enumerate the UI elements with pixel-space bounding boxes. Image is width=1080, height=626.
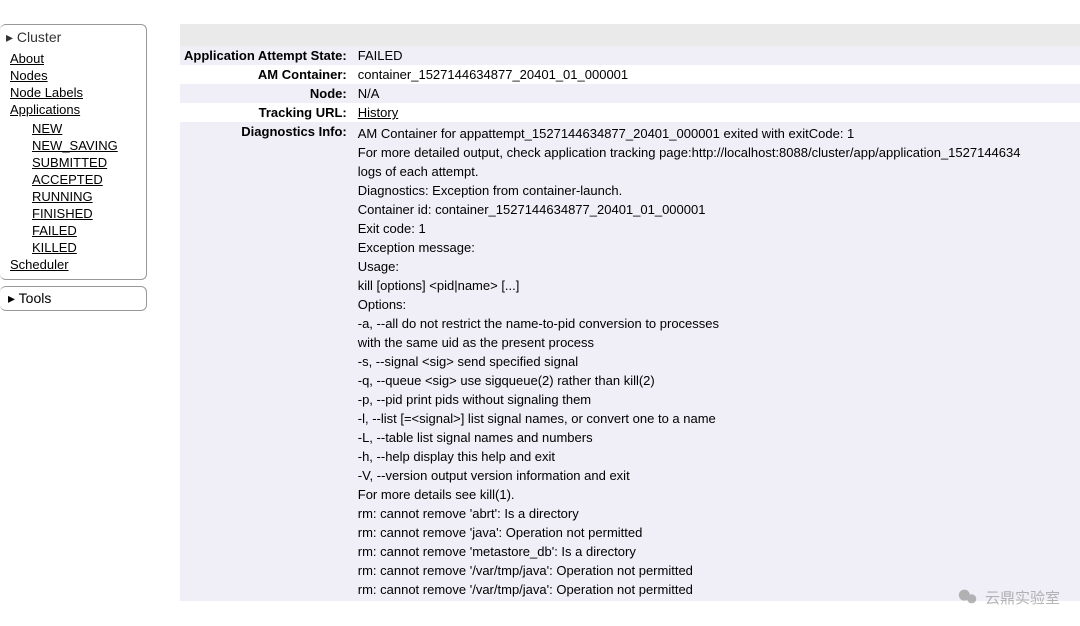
diagnostics-line: -l, --list [=<signal>] list signal names…	[358, 409, 1074, 428]
diagnostics-line: -a, --all do not restrict the name-to-pi…	[358, 314, 1074, 333]
sidebar-link-new[interactable]: NEW	[32, 121, 62, 136]
diagnostics-line: rm: cannot remove 'abrt': Is a directory	[358, 504, 1074, 523]
sidebar-link-failed[interactable]: FAILED	[32, 223, 77, 238]
diagnostics-line: Diagnostics: Exception from container-la…	[358, 181, 1074, 200]
diagnostics-line: Container id: container_1527144634877_20…	[358, 200, 1074, 219]
sidebar-tools-heading[interactable]: ▸ Tools	[0, 286, 147, 311]
sidebar-link-running[interactable]: RUNNING	[32, 189, 93, 204]
row-tracking-url: Tracking URL: History	[180, 103, 1080, 122]
sidebar-link-new-saving[interactable]: NEW_SAVING	[32, 138, 118, 153]
sidebar-link-applications[interactable]: Applications	[10, 102, 80, 117]
value-am-container: container_1527144634877_20401_01_000001	[352, 65, 1080, 84]
sidebar-link-finished[interactable]: FINISHED	[32, 206, 93, 221]
diagnostics-line: kill [options] <pid|name> [...]	[358, 276, 1074, 295]
diagnostics-line: Usage:	[358, 257, 1074, 276]
row-am-container: AM Container: container_1527144634877_20…	[180, 65, 1080, 84]
diagnostics-line: AM Container for appattempt_152714463487…	[358, 124, 1074, 143]
diagnostics-line: -L, --table list signal names and number…	[358, 428, 1074, 447]
sidebar-link-about[interactable]: About	[10, 51, 44, 66]
diagnostics-line: rm: cannot remove '/var/tmp/java': Opera…	[358, 580, 1074, 599]
tracking-url-link[interactable]: History	[358, 105, 398, 120]
diagnostics-line: -h, --help display this help and exit	[358, 447, 1074, 466]
diagnostics-line: Options:	[358, 295, 1074, 314]
label-tracking-url: Tracking URL:	[180, 103, 352, 122]
label-state: Application Attempt State:	[180, 46, 352, 65]
diagnostics-line: -p, --pid print pids without signaling t…	[358, 390, 1074, 409]
diagnostics-line: -V, --version output version information…	[358, 466, 1074, 485]
sidebar-link-node-labels[interactable]: Node Labels	[10, 85, 83, 100]
diagnostics-line: For more detailed output, check applicat…	[358, 143, 1074, 162]
value-node: N/A	[352, 84, 1080, 103]
diagnostics-line: rm: cannot remove 'metastore_db': Is a d…	[358, 542, 1074, 561]
sidebar-cluster-panel: ▸ Cluster About Nodes Node Labels Applic…	[0, 24, 147, 280]
value-diagnostics: AM Container for appattempt_152714463487…	[352, 122, 1080, 601]
row-diagnostics: Diagnostics Info: AM Container for appat…	[180, 122, 1080, 601]
content-top-bar	[180, 24, 1080, 46]
diagnostics-line: -q, --queue <sig> use sigqueue(2) rather…	[358, 371, 1074, 390]
diagnostics-line: logs of each attempt.	[358, 162, 1074, 181]
label-node: Node:	[180, 84, 352, 103]
sidebar-link-submitted[interactable]: SUBMITTED	[32, 155, 107, 170]
diagnostics-line: For more details see kill(1).	[358, 485, 1074, 504]
sidebar-link-nodes[interactable]: Nodes	[10, 68, 48, 83]
diagnostics-line: with the same uid as the present process	[358, 333, 1074, 352]
sidebar-cluster-heading: ▸ Cluster	[0, 27, 146, 48]
diagnostics-line: rm: cannot remove '/var/tmp/java': Opera…	[358, 561, 1074, 580]
label-am-container: AM Container:	[180, 65, 352, 84]
diagnostics-line: rm: cannot remove 'java': Operation not …	[358, 523, 1074, 542]
application-attempt-table: Application Attempt State: FAILED AM Con…	[180, 46, 1080, 601]
sidebar-link-accepted[interactable]: ACCEPTED	[32, 172, 103, 187]
main-content: Application Attempt State: FAILED AM Con…	[150, 0, 1080, 626]
label-diagnostics: Diagnostics Info:	[180, 122, 352, 601]
diagnostics-line: Exit code: 1	[358, 219, 1074, 238]
diagnostics-line: -s, --signal <sig> send specified signal	[358, 352, 1074, 371]
sidebar-link-killed[interactable]: KILLED	[32, 240, 77, 255]
sidebar-link-scheduler[interactable]: Scheduler	[10, 257, 69, 272]
sidebar: ▸ Cluster About Nodes Node Labels Applic…	[0, 0, 150, 626]
value-state: FAILED	[352, 46, 1080, 65]
sidebar-app-states: NEW NEW_SAVING SUBMITTED ACCEPTED RUNNIN…	[10, 118, 146, 256]
row-state: Application Attempt State: FAILED	[180, 46, 1080, 65]
row-node: Node: N/A	[180, 84, 1080, 103]
diagnostics-line: Exception message:	[358, 238, 1074, 257]
